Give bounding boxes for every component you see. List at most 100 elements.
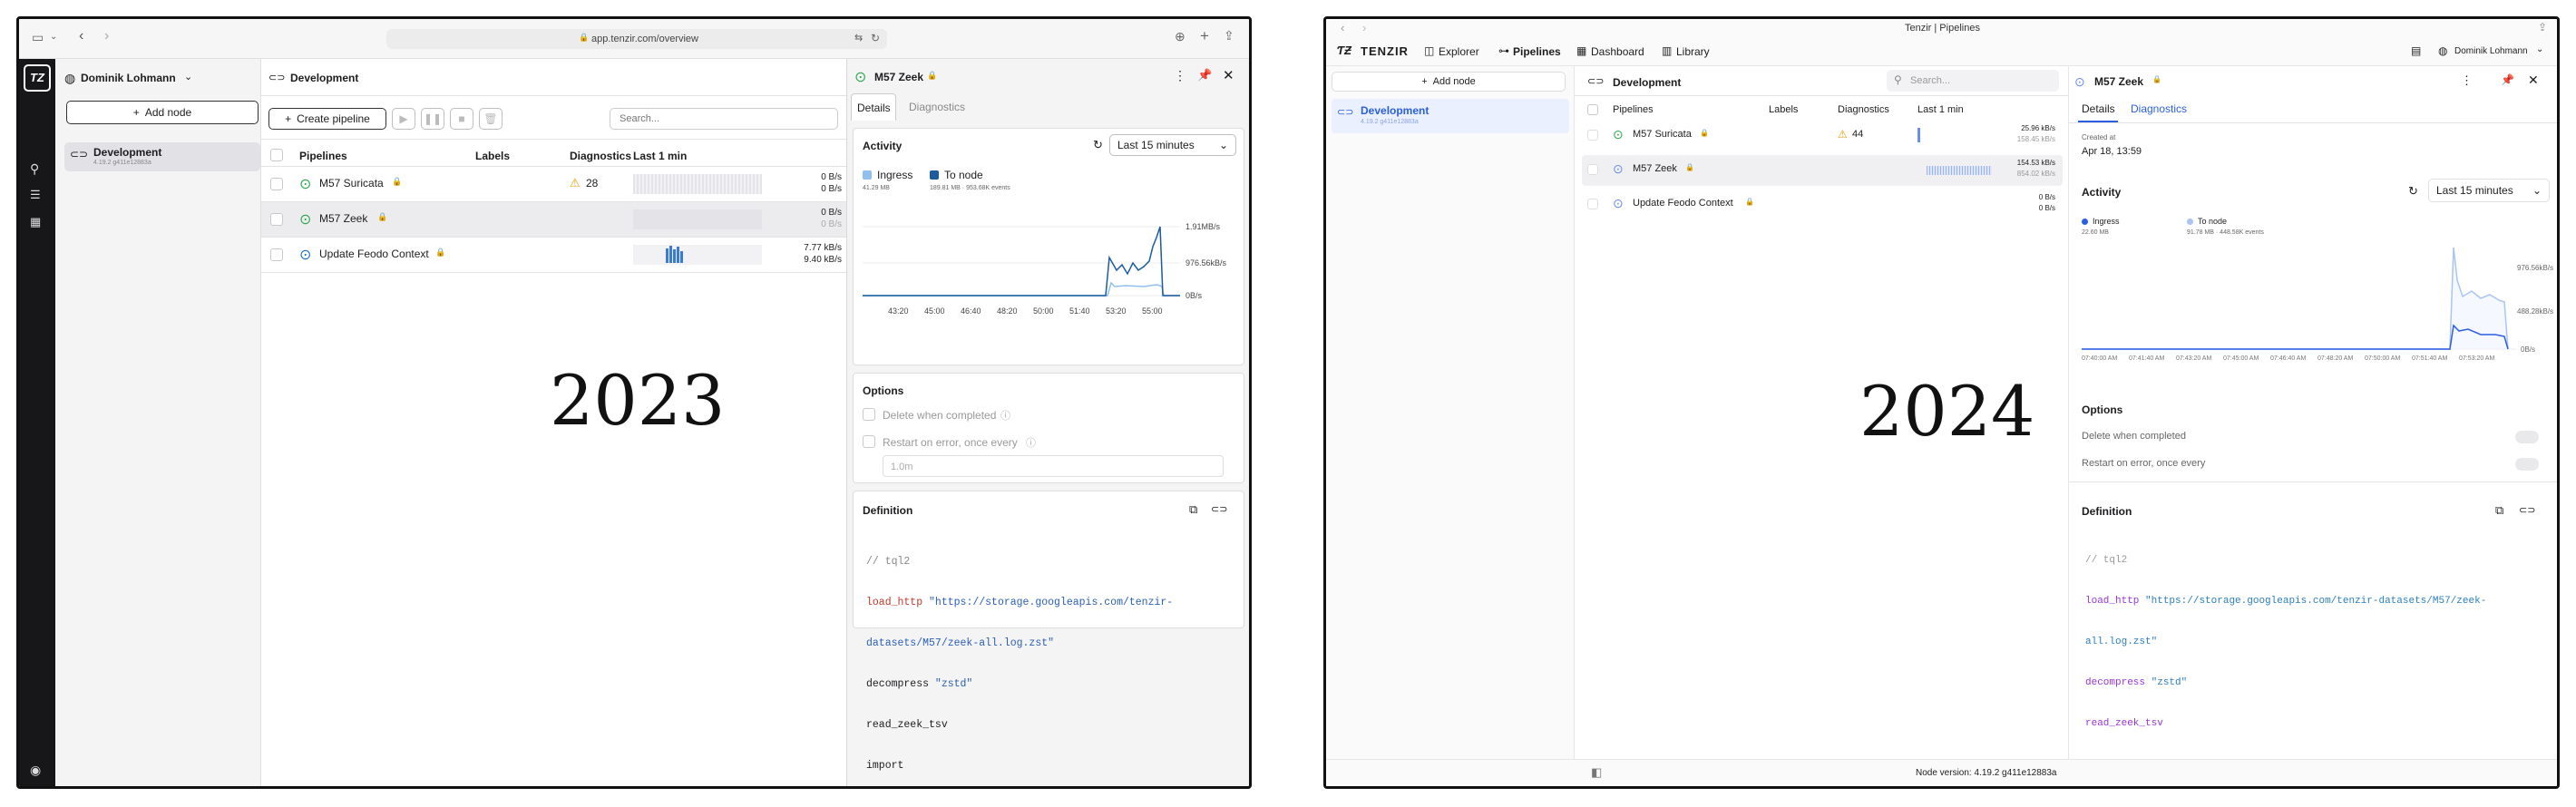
address-bar[interactable]: 🔒 app.tenzir.com/overview ⇆ ↻ <box>386 29 887 49</box>
detail-panel: ⊙ M57 Zeek 🔒 ⋮ 📌 ✕ Details Diagnostics A… <box>846 59 1249 786</box>
lock-icon: 🔒 <box>392 177 403 186</box>
delete-checkbox[interactable] <box>863 408 875 421</box>
nav-dashboard[interactable]: Dashboard <box>1591 45 1644 58</box>
status-running-icon: ⊙ <box>299 177 312 192</box>
nav-library[interactable]: Library <box>1676 45 1710 58</box>
copy-icon[interactable]: ⧉ <box>2495 503 2503 518</box>
col-diagnostics[interactable]: Diagnostics <box>1838 104 1889 115</box>
table-row[interactable]: ⊙ M57 Suricata 🔒 ⚠ 44 25.96 kB/s 158.45 … <box>1582 121 2063 151</box>
add-node-button[interactable]: + Add node <box>66 101 259 124</box>
range-select[interactable]: Last 15 minutes ⌄ <box>1109 134 1236 156</box>
restart-checkbox[interactable] <box>863 435 875 448</box>
row-checkbox[interactable] <box>270 248 283 261</box>
detail-title: M57 Zeek <box>874 71 924 83</box>
col-pipelines[interactable]: Pipelines <box>299 150 347 162</box>
refresh-icon[interactable]: ↻ <box>2408 184 2418 199</box>
stop-button[interactable]: ■ <box>450 108 473 130</box>
tab-diagnostics[interactable]: Diagnostics <box>909 101 965 113</box>
restart-toggle[interactable] <box>2515 458 2539 471</box>
back-icon[interactable]: ‹ <box>79 28 83 44</box>
more-icon[interactable]: ⋮ <box>2461 73 2473 88</box>
col-labels[interactable]: Labels <box>475 150 510 162</box>
chevron-down-icon[interactable]: ⌄ <box>184 71 192 83</box>
pin-icon[interactable]: 📌 <box>2501 73 2514 86</box>
new-tab-icon[interactable]: + <box>1200 27 1209 45</box>
link-icon[interactable]: ⊂⊃ <box>1211 503 1227 515</box>
share-icon[interactable]: ⇪ <box>2538 21 2547 34</box>
search-icon[interactable]: ⚲ <box>30 161 39 177</box>
tenzir-logo[interactable]: TZ <box>24 64 51 92</box>
nav-explorer[interactable]: Explorer <box>1439 45 1479 58</box>
table-row[interactable]: ⊙ Update Feodo Context 🔒 7.77 kB/s 9.40 … <box>261 238 847 272</box>
start-button[interactable]: ▶ <box>392 108 415 130</box>
col-labels[interactable]: Labels <box>1769 104 1798 115</box>
forward-icon[interactable]: › <box>1362 21 1366 34</box>
row-checkbox[interactable] <box>1587 130 1598 141</box>
more-icon[interactable]: ⋮ <box>1174 68 1186 83</box>
user-name[interactable]: Dominik Lohmann <box>2454 46 2528 56</box>
legend-ingress: Ingress <box>877 169 913 181</box>
legend-ingress-swatch <box>863 170 872 180</box>
delete-button[interactable]: 🗑 <box>479 108 503 130</box>
lock-icon: 🔒 <box>1685 163 1694 171</box>
lock-icon: 🔒 <box>2152 75 2161 83</box>
info-icon: ⓘ <box>1026 438 1036 449</box>
tab-diagnostics[interactable]: Diagnostics <box>2131 102 2187 115</box>
panel-toggle-icon[interactable]: ◧ <box>1591 765 1602 780</box>
pin-icon[interactable]: 📌 <box>1197 68 1212 83</box>
table-row[interactable]: ⊙ M57 Suricata 🔒 ⚠ 28 0 B/s 0 B/s <box>261 167 847 201</box>
col-diagnostics[interactable]: Diagnostics <box>570 150 631 162</box>
user-name[interactable]: Dominik Lohmann <box>81 72 176 84</box>
copy-icon[interactable]: ⧉ <box>1189 502 1197 517</box>
table-row-selected[interactable]: ⊙ M57 Zeek 🔒 154.53 kB/s 854.02 kB/s <box>1582 155 2063 186</box>
tenzir-logo[interactable]: ƬƵ <box>1337 44 1351 57</box>
tab-details[interactable]: Details <box>851 93 896 121</box>
pause-button[interactable]: ❚❚ <box>421 108 444 130</box>
table-row[interactable]: ⊙ Update Feodo Context 🔒 0 B/s 0 B/s <box>1582 190 2063 220</box>
code-block[interactable]: // tql2 load_http "https://storage.googl… <box>2085 527 2486 786</box>
link-icon[interactable]: ⊂⊃ <box>2519 504 2535 516</box>
docs-icon[interactable]: ▤ <box>2411 44 2421 57</box>
code-block[interactable]: // tql2 load_http "https://storage.googl… <box>866 528 1173 786</box>
legend-tonode: To node <box>2198 217 2228 226</box>
col-pipelines[interactable]: Pipelines <box>1613 104 1654 115</box>
node-item-development[interactable]: ⊂⊃ Development 4.19.2 g411e12883a <box>1332 99 1569 133</box>
create-pipeline-button[interactable]: + Create pipeline <box>268 108 386 130</box>
download-icon[interactable]: ⊕ <box>1175 29 1186 44</box>
dashboard-icon[interactable]: ▦ <box>30 215 41 229</box>
nav-pipelines[interactable]: Pipelines <box>1513 45 1561 58</box>
tab-details[interactable]: Details <box>2082 102 2115 115</box>
forward-icon[interactable]: › <box>104 28 109 44</box>
node-item-development[interactable]: ⊂⊃ Development 4.19.2 g411e12883a <box>64 142 260 171</box>
close-icon[interactable]: ✕ <box>1223 67 1234 83</box>
account-icon[interactable]: ◉ <box>30 763 41 778</box>
close-icon[interactable]: ✕ <box>2528 73 2539 88</box>
row-checkbox[interactable] <box>270 178 283 190</box>
sidebar-toggle-icon[interactable]: ▭ <box>32 30 44 45</box>
col-last[interactable]: Last 1 min <box>633 150 687 162</box>
pipelines-icon[interactable]: ☰ <box>30 188 41 202</box>
pipeline-name: M57 Suricata <box>1633 129 1692 140</box>
delete-toggle[interactable] <box>2515 431 2539 443</box>
col-last[interactable]: Last 1 min <box>1917 104 1964 115</box>
table-row-selected[interactable]: ⊙ M57 Zeek 🔒 0 B/s 0 B/s <box>261 202 847 237</box>
add-node-button[interactable]: + Add node <box>1332 72 1566 92</box>
chevron-down-icon[interactable]: ⌄ <box>50 32 57 42</box>
pipeline-search-input[interactable]: ⚲ Search... <box>1887 70 2059 92</box>
select-all-checkbox[interactable] <box>270 149 283 161</box>
pipeline-search-input[interactable] <box>610 108 838 130</box>
range-select[interactable]: Last 15 minutes ⌄ <box>2428 179 2550 202</box>
refresh-icon[interactable]: ↻ <box>1093 138 1103 152</box>
restart-interval-input[interactable]: 1.0m <box>883 455 1224 477</box>
row-checkbox[interactable] <box>270 213 283 226</box>
back-icon[interactable]: ‹ <box>1341 21 1344 34</box>
row-checkbox[interactable] <box>1587 199 1598 209</box>
translate-icon[interactable]: ⇆ <box>854 32 863 44</box>
reload-icon[interactable]: ↻ <box>871 32 880 44</box>
node-name: Development <box>1361 104 1429 117</box>
chevron-down-icon[interactable]: ⌄ <box>2536 44 2543 54</box>
share-icon[interactable]: ⇪ <box>1224 28 1234 44</box>
x-tick: 07:40:00 AM <box>2082 355 2117 362</box>
select-all-checkbox[interactable] <box>1587 104 1598 115</box>
row-checkbox[interactable] <box>1587 164 1598 175</box>
